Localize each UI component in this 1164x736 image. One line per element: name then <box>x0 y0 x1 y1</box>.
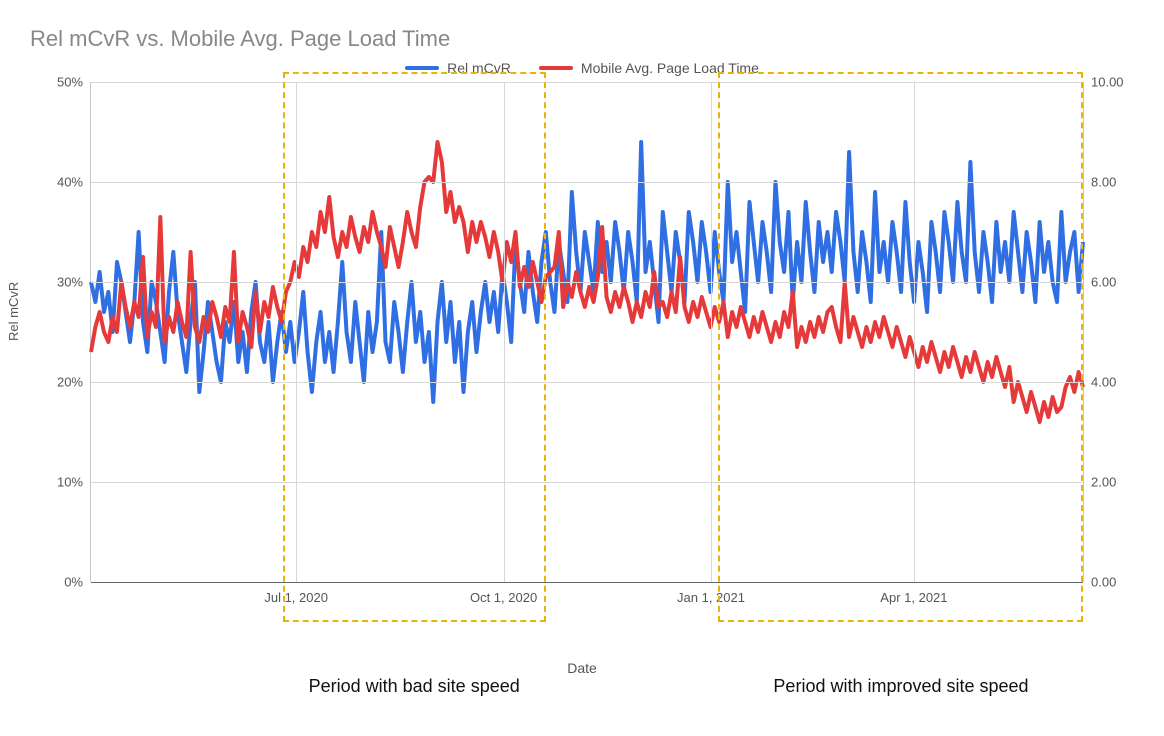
y-left-tick: 20% <box>57 375 91 390</box>
line-rel-mcvr <box>91 142 1083 402</box>
y-right-tick: 2.00 <box>1083 475 1116 490</box>
y-left-tick: 50% <box>57 75 91 90</box>
x-tick: Oct 1, 2020 <box>470 582 537 605</box>
x-tick: Jan 1, 2021 <box>677 582 745 605</box>
legend-item-load: Mobile Avg. Page Load Time <box>539 60 759 76</box>
gridline-vertical <box>711 82 712 582</box>
y-right-tick: 4.00 <box>1083 375 1116 390</box>
gridline-vertical <box>504 82 505 582</box>
y-right-tick: 6.00 <box>1083 275 1116 290</box>
legend-swatch-load <box>539 66 573 70</box>
gridline-horizontal <box>91 282 1083 283</box>
y-left-tick: 40% <box>57 175 91 190</box>
plot-inner: 0%0.0010%2.0020%4.0030%6.0040%8.0050%10.… <box>90 82 1084 582</box>
legend: Rel mCvR Mobile Avg. Page Load Time <box>20 60 1144 76</box>
y-left-tick: 30% <box>57 275 91 290</box>
gridline-horizontal <box>91 182 1083 183</box>
gridline-horizontal <box>91 382 1083 383</box>
y-right-tick: 10.00 <box>1083 75 1124 90</box>
annotation-bad-speed: Period with bad site speed <box>309 676 520 697</box>
y-axis-left-label: Rel mCvR <box>6 282 21 341</box>
x-tick: Apr 1, 2021 <box>880 582 947 605</box>
gridline-horizontal <box>91 82 1083 83</box>
gridline-vertical <box>296 82 297 582</box>
x-tick: Jul 1, 2020 <box>264 582 328 605</box>
y-right-tick: 0.00 <box>1083 575 1116 590</box>
annotation-good-speed: Period with improved site speed <box>773 676 1028 697</box>
gridline-vertical <box>914 82 915 582</box>
y-right-tick: 8.00 <box>1083 175 1116 190</box>
legend-label-load: Mobile Avg. Page Load Time <box>581 60 759 76</box>
legend-swatch-rel <box>405 66 439 70</box>
chart-title: Rel mCvR vs. Mobile Avg. Page Load Time <box>30 26 1144 52</box>
chart-container: Rel mCvR vs. Mobile Avg. Page Load Time … <box>20 26 1144 716</box>
plot-area: Rel mCvR 0%0.0010%2.0020%4.0030%6.0040%8… <box>20 82 1144 622</box>
annotations-row: Period with bad site speed Period with i… <box>20 676 1144 706</box>
line-layer <box>91 82 1083 582</box>
y-left-tick: 0% <box>64 575 91 590</box>
y-left-tick: 10% <box>57 475 91 490</box>
legend-label-rel: Rel mCvR <box>447 60 511 76</box>
x-axis-label: Date <box>567 660 597 676</box>
legend-item-rel: Rel mCvR <box>405 60 511 76</box>
gridline-horizontal <box>91 482 1083 483</box>
